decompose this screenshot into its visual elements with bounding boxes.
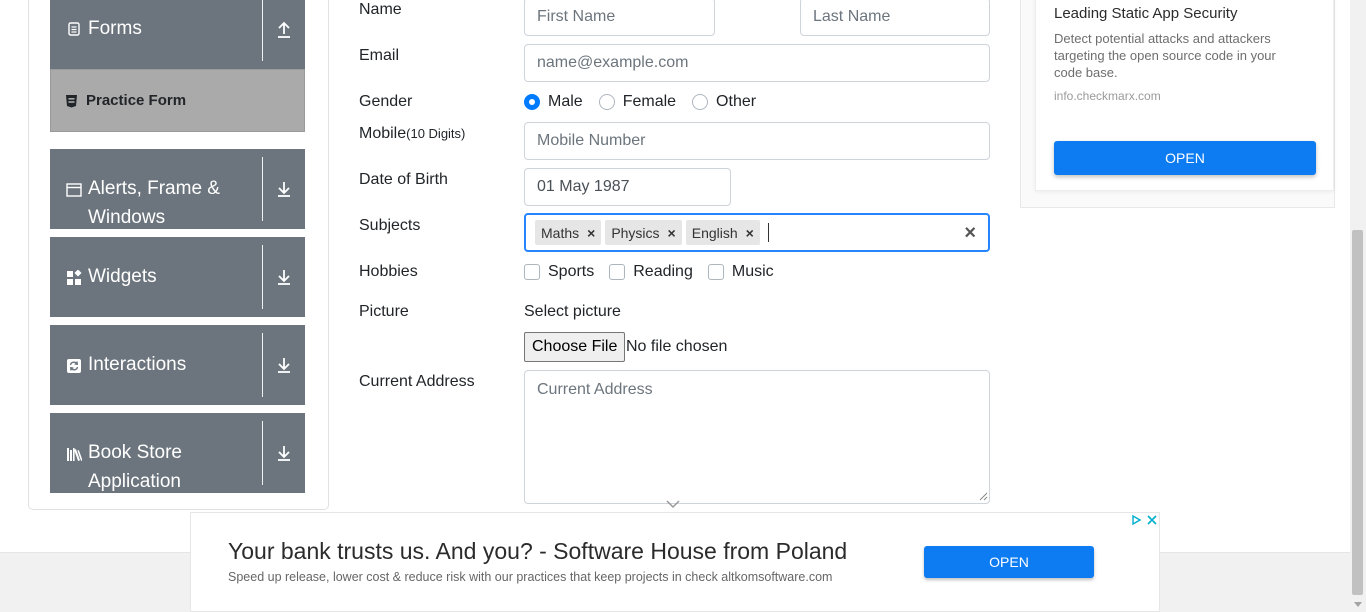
sidebar-group-label: Widgets [88, 266, 157, 287]
gender-female-radio[interactable]: Female [598, 93, 677, 111]
side-ad-body: Detect potential attacks and attackers t… [1054, 31, 1276, 80]
radio-selected[interactable] [524, 94, 540, 110]
bottom-ad-title[interactable]: Your bank trusts us. And you? - Software… [228, 538, 847, 565]
chevron-down-icon[interactable] [666, 500, 680, 509]
radio-unselected[interactable] [598, 94, 615, 110]
subject-chip: Maths × [535, 220, 602, 245]
email-label: Email [359, 47, 400, 64]
subject-chip-label: English [691, 224, 738, 241]
gender-other-radio[interactable]: Other [692, 93, 756, 111]
widgets-icon [67, 270, 82, 285]
remove-chip-icon[interactable]: × [585, 225, 601, 241]
download-arrow-icon[interactable] [262, 421, 305, 485]
checkbox-unchecked[interactable] [524, 264, 540, 280]
hobby-sports-label: Sports [548, 263, 595, 280]
sidebar-item-label: Practice Form [86, 92, 187, 109]
close-ad-icon[interactable] [1145, 513, 1159, 527]
books-icon [67, 448, 82, 461]
email-input[interactable]: name@example.com [524, 44, 990, 82]
side-ad-domain[interactable]: info.checkmarx.com [1054, 89, 1161, 103]
side-ad-open-button[interactable]: OPEN [1054, 141, 1316, 175]
subject-chip: Physics × [605, 220, 682, 245]
subject-chip-label: Physics [611, 224, 660, 241]
gender-male-radio[interactable]: Male [524, 93, 583, 111]
scrollbar-thumb[interactable] [1352, 230, 1363, 595]
file-icon [68, 22, 80, 36]
checkbox-unchecked[interactable] [707, 264, 724, 280]
hobby-music-label: Music [731, 263, 774, 280]
hobby-reading-checkbox[interactable]: Reading [609, 263, 693, 281]
interactions-icon [67, 359, 81, 373]
sidebar-group-forms[interactable]: Forms [50, 0, 305, 69]
mobile-label-text: Mobile [359, 125, 407, 142]
hobby-reading-label: Reading [633, 263, 693, 280]
sidebar-group-alerts[interactable]: Alerts, Frame & Windows [50, 149, 305, 229]
mobile-hint: (10 Digits) [406, 126, 466, 141]
sidebar-group-label: Forms [88, 18, 142, 39]
hobby-sports-checkbox[interactable]: Sports [524, 263, 594, 281]
hobbies-options: Sports Reading Music [524, 263, 790, 281]
hobby-music-checkbox[interactable]: Music [707, 263, 774, 281]
subject-chip-label: Maths [541, 224, 580, 241]
download-arrow-icon[interactable] [262, 245, 305, 309]
adchoices[interactable] [1129, 513, 1159, 528]
download-arrow-icon[interactable] [262, 157, 305, 221]
radio-unselected[interactable] [692, 94, 709, 110]
gender-label: Gender [359, 93, 413, 110]
date-of-birth-input[interactable]: 01 May 1987 [524, 168, 731, 206]
upload-arrow-icon[interactable] [262, 0, 305, 61]
sidebar-group-label: Book Store Application [88, 442, 182, 492]
remove-chip-icon[interactable]: × [744, 225, 760, 241]
checkbox-unchecked[interactable] [609, 264, 626, 280]
hobbies-label: Hobbies [359, 263, 418, 280]
choose-file-button[interactable]: Choose File [524, 332, 626, 362]
form-icon [66, 94, 77, 107]
subjects-label: Subjects [359, 217, 421, 234]
subject-chip: English × [685, 220, 760, 245]
download-arrow-icon[interactable] [262, 333, 305, 397]
dob-label: Date of Birth [359, 171, 448, 188]
gender-options: Male Female Other [524, 93, 772, 111]
mobile-input[interactable]: Mobile Number [524, 122, 990, 160]
resize-handle-icon[interactable] [978, 491, 988, 501]
sidebar-group-label: Alerts, Frame & Windows [88, 178, 220, 228]
mobile-label: Mobile(10 Digits) [359, 125, 465, 143]
gender-other-label: Other [716, 93, 757, 110]
sidebar-group-bookstore[interactable]: Book Store Application [50, 413, 305, 493]
adchoices-icon[interactable] [1129, 513, 1143, 527]
sidebar-group-widgets[interactable]: Widgets [50, 237, 305, 317]
window-icon [66, 183, 82, 197]
select-picture-label: Select picture [524, 303, 621, 320]
remove-chip-icon[interactable]: × [666, 225, 682, 241]
text-caret [767, 223, 769, 242]
gender-male-label: Male [548, 93, 583, 110]
side-ad-title[interactable]: Leading Static App Security [1054, 5, 1237, 22]
no-file-chosen-text: No file chosen [626, 338, 728, 355]
current-address-label: Current Address [359, 373, 475, 390]
last-name-input[interactable]: Last Name [800, 0, 990, 36]
sidebar-group-interactions[interactable]: Interactions [50, 325, 305, 405]
current-address-input[interactable]: Current Address [524, 370, 990, 504]
first-name-input[interactable]: First Name [524, 0, 715, 36]
name-label: Name [359, 1, 402, 18]
bottom-ad-open-button[interactable]: OPEN [924, 546, 1094, 578]
bottom-ad-body: Speed up release, lower cost & reduce ri… [228, 570, 833, 584]
sidebar-group-label: Interactions [88, 354, 187, 375]
gender-female-label: Female [622, 93, 677, 110]
clear-all-icon[interactable]: × [964, 222, 976, 245]
scroll-down-icon[interactable] [1353, 601, 1363, 609]
subjects-input[interactable]: Maths × Physics × English × × [524, 213, 990, 252]
sidebar-item-practice-form[interactable]: Practice Form [50, 69, 305, 132]
picture-label: Picture [359, 303, 409, 320]
